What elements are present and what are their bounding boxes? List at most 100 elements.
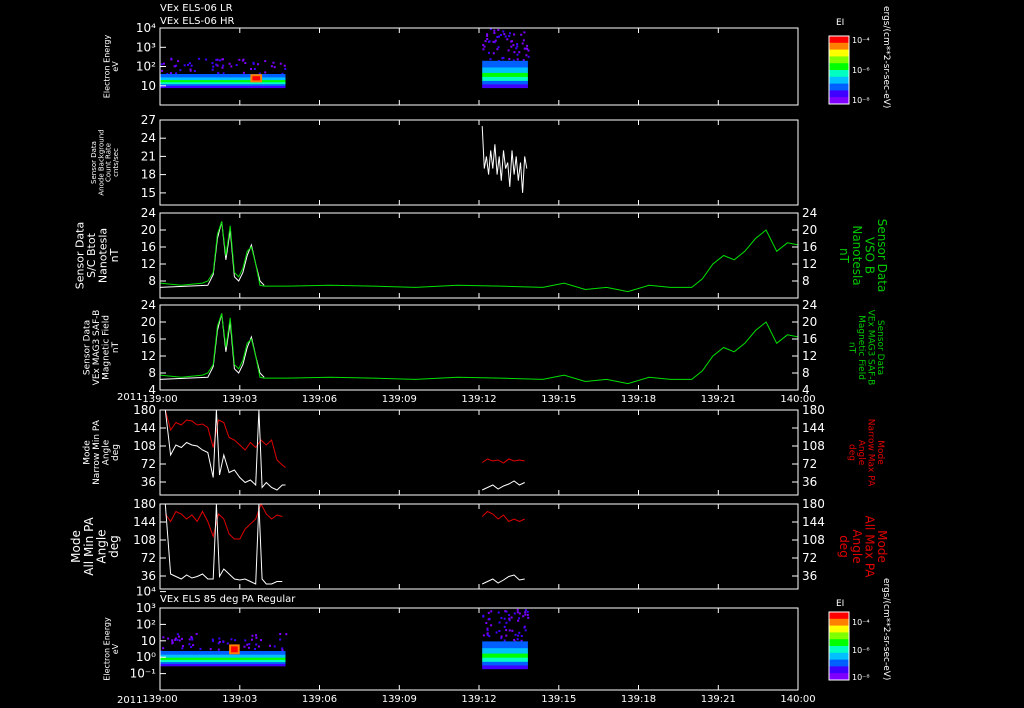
heatmap-speckle (482, 615, 485, 618)
heatmap-speckle (244, 639, 247, 642)
heatmap-speckle (503, 625, 506, 628)
y-axis-label-line: nT (111, 341, 121, 353)
colorbar-bottom-strip (828, 611, 850, 681)
heatmap-speckle (523, 31, 526, 34)
y-tick-label: 10⁰ (136, 650, 156, 664)
y-tick-label-right: 8 (802, 274, 810, 288)
y-axis-label-right-line: nT (847, 342, 857, 354)
y-tick-label-right: 144 (802, 515, 825, 529)
heatmap-speckle (215, 63, 218, 66)
y-tick-label-right: 24 (802, 298, 817, 312)
heatmap-speckle (492, 52, 495, 55)
y-tick-label: 10² (136, 60, 156, 74)
heatmap-speckle (522, 39, 525, 42)
colorbar-swatch (829, 42, 849, 51)
x-tick-label: 139:15 (541, 694, 576, 705)
heatmap-speckle (176, 638, 179, 641)
heatmap-speckle (518, 51, 521, 54)
heatmap-speckle (285, 633, 288, 636)
heatmap-speckle (507, 49, 510, 52)
colorbar-swatch (829, 76, 849, 85)
header-line-2: VEx ELS-06 HR (160, 16, 235, 27)
colorbar-top-tick-1: 10⁻⁴ (852, 36, 870, 45)
y-axis-label-right-line: Sensor Data (875, 320, 885, 375)
y-tick-label-right: 108 (802, 533, 825, 547)
y-tick-label: 144 (133, 421, 156, 435)
x-tick-label: 139:06 (302, 394, 337, 405)
heatmap-speckle (516, 611, 519, 614)
heatmap-speckle (509, 32, 511, 35)
heatmap-speckle (190, 636, 193, 638)
heatmap-speckle (494, 39, 497, 42)
heatmap-band (482, 76, 528, 82)
y-tick-label-right: 72 (802, 457, 817, 471)
heatmap-speckle (183, 64, 186, 67)
y-tick-label: 180 (133, 497, 156, 511)
heatmap-speckle (524, 611, 527, 614)
heatmap-speckle (222, 641, 225, 643)
heatmap-speckle (181, 637, 183, 640)
colorbar-swatch (829, 612, 849, 620)
heatmap-speckle (527, 616, 530, 619)
y-tick-label: 10³ (136, 601, 156, 615)
heatmap-speckle (160, 63, 163, 66)
colorbar-swatch (829, 659, 849, 667)
y-tick-label-right: 144 (802, 421, 825, 435)
y-tick-label: 15 (141, 186, 156, 200)
heatmap-speckle (497, 46, 500, 49)
heatmap-speckle (163, 62, 165, 65)
heatmap-speckle (188, 638, 191, 641)
colorbar-swatch (829, 646, 849, 654)
colorbar-swatch (829, 63, 849, 71)
heatmap-speckle (251, 638, 253, 641)
y-tick-label-right: 12 (802, 349, 817, 363)
heatmap-speckle (170, 58, 173, 61)
heatmap-speckle (255, 636, 258, 639)
heatmap-speckle (173, 65, 176, 68)
heatmap-speckle (503, 33, 506, 36)
heatmap-speckle (500, 635, 503, 638)
heatmap-peak-core (231, 646, 238, 653)
heatmap-speckle (490, 610, 493, 613)
colorbar-swatch (829, 56, 849, 64)
colorbar-swatch (829, 632, 849, 640)
colorbar-swatch (829, 625, 849, 633)
colorbar-top-unit: ergs/(cm**2-sr-sec-eV) (881, 6, 891, 108)
heatmap-speckle (199, 647, 202, 650)
colorbar-top-title: EI (836, 18, 844, 28)
heatmap-speckle (176, 633, 179, 636)
heatmap-speckle (488, 40, 491, 43)
heatmap-band (482, 665, 528, 670)
heatmap-speckle (241, 59, 244, 62)
heatmap-speckle (508, 617, 511, 620)
colorbar-swatch (829, 49, 849, 57)
heatmap-speckle (230, 65, 233, 68)
x-tick-label: 139:09 (382, 694, 417, 705)
colorbar-top-strip (828, 35, 850, 105)
heatmap-band (160, 654, 286, 659)
heatmap-speckle (486, 34, 489, 37)
heatmap-speckle (212, 639, 214, 642)
heatmap-speckle (505, 634, 508, 637)
heatmap-speckle (484, 40, 487, 43)
y-tick-label-right: 36 (802, 569, 817, 583)
heatmap-speckle (493, 32, 496, 34)
x-tick-label: 139:12 (461, 394, 496, 405)
heatmap-band (482, 80, 528, 85)
heatmap-speckle (279, 633, 282, 635)
y-tick-label: 108 (133, 439, 156, 453)
heatmap-speckle (482, 634, 485, 637)
y-tick-label-right: 36 (802, 475, 817, 489)
colorbar-swatch (829, 70, 849, 78)
heatmap-speckle (273, 66, 276, 69)
heatmap-speckle (505, 629, 508, 632)
heatmap-band (482, 641, 528, 649)
heatmap-speckle (482, 44, 485, 46)
heatmap-speckle (188, 643, 191, 646)
heatmap-speckle (212, 65, 215, 68)
heatmap-speckle (523, 626, 526, 629)
heatmap-speckle (250, 68, 252, 70)
heatmap-speckle (234, 639, 237, 642)
heatmap-speckle (222, 64, 225, 67)
y-tick-label: 72 (141, 457, 156, 471)
